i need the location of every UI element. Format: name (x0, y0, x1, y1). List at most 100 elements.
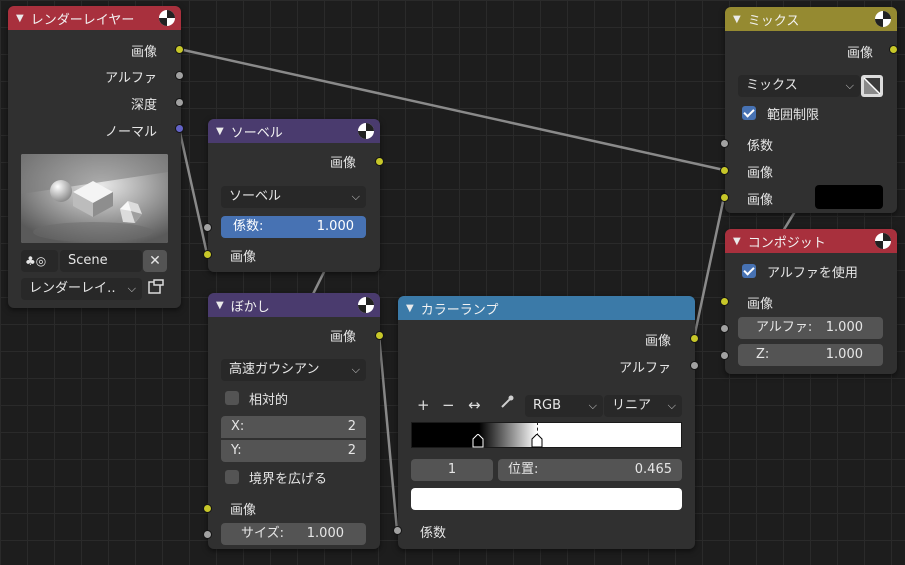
socket-mix-output[interactable] (889, 45, 898, 54)
socket-render-alpha[interactable] (175, 71, 184, 80)
socket-sobel-factor[interactable] (203, 223, 212, 232)
color-ramp-header[interactable]: ▼ カラーランプ (398, 296, 695, 320)
composite-header[interactable]: ▼ コンポジット (725, 229, 897, 253)
color-ramp-node[interactable]: ▼ カラーランプ 画像 アルファ + − ↔ RGB ⌵ リニア ⌵ 1 位置:… (398, 296, 695, 549)
mix-header[interactable]: ▼ ミックス (725, 7, 897, 31)
composite-node[interactable]: ▼ コンポジット アルファを使用 画像 アルファ: 1.000 Z: 1.000 (725, 229, 897, 374)
clamp-checkbox[interactable] (742, 106, 756, 120)
mix-color2-swatch[interactable] (815, 185, 883, 209)
output-depth-label: 深度 (130, 98, 157, 113)
use-alpha-checkbox[interactable] (742, 264, 756, 278)
blur-node[interactable]: ▼ ぼかし 画像 高速ガウシアン ⌵ 相対的 X: 2 Y: 2 境界を広げる … (208, 293, 380, 549)
scene-name-field[interactable]: Scene (60, 250, 142, 272)
stop-color-swatch[interactable] (411, 488, 682, 510)
socket-composite-image[interactable] (720, 297, 729, 306)
render-layer-icon[interactable] (147, 278, 165, 302)
socket-blur-output[interactable] (375, 331, 384, 340)
render-layers-title: レンダーレイヤー (30, 12, 135, 28)
blend-mode-select[interactable]: ミックス ⌵ (738, 75, 860, 97)
eyedropper-icon[interactable] (499, 394, 515, 416)
socket-composite-z[interactable] (720, 351, 729, 360)
render-layers-header[interactable]: ▼ レンダーレイヤー (8, 6, 181, 30)
socket-mix-image2[interactable] (720, 193, 729, 202)
socket-ramp-image[interactable] (690, 334, 699, 343)
socket-render-normal[interactable] (175, 124, 184, 133)
mix-image2-label: 画像 (747, 193, 774, 208)
socket-blur-size[interactable] (203, 530, 212, 539)
collapse-arrow-icon[interactable]: ▼ (216, 300, 224, 311)
sobel-node[interactable]: ▼ ソーベル 画像 ソーベル ⌵ 係数: 1.000 画像 (208, 119, 380, 272)
relative-label: 相対的 (249, 393, 289, 408)
collapse-arrow-icon[interactable]: ▼ (733, 14, 741, 25)
preview-toggle-icon[interactable] (875, 11, 891, 27)
flip-ramp-button[interactable]: ↔ (468, 394, 481, 416)
blur-size-field[interactable]: サイズ: 1.000 (221, 523, 366, 545)
extend-bounds-checkbox[interactable] (225, 470, 239, 484)
blur-y-field[interactable]: Y: 2 (221, 440, 366, 462)
stop-position-field[interactable]: 位置: 0.465 (498, 459, 682, 481)
z-value: 1.000 (825, 347, 863, 362)
socket-render-image[interactable] (175, 45, 184, 54)
preview-toggle-icon[interactable] (358, 297, 374, 313)
alpha-value: 1.000 (825, 320, 863, 335)
factor-value: 1.000 (316, 219, 354, 234)
preview-toggle-icon[interactable] (159, 10, 175, 26)
socket-blur-input[interactable] (203, 504, 212, 513)
color-stop-black[interactable] (472, 433, 484, 448)
composite-alpha-field[interactable]: アルファ: 1.000 (738, 317, 883, 339)
use-alpha-label: アルファを使用 (767, 266, 858, 281)
blur-filter-select[interactable]: 高速ガウシアン ⌵ (221, 359, 366, 381)
composite-z-field[interactable]: Z: 1.000 (738, 344, 883, 366)
socket-mix-image1[interactable] (720, 166, 729, 175)
mix-node[interactable]: ▼ ミックス 画像 ミックス ⌵ 範囲制限 係数 画像 画像 (725, 7, 897, 213)
ramp-output-alpha-label: アルファ (619, 361, 671, 376)
color-stop-white[interactable] (531, 433, 543, 448)
composite-image-label: 画像 (747, 297, 774, 312)
render-layers-node[interactable]: ▼ レンダーレイヤー 画像 アルファ 深度 ノーマル ♣◎ Scene ✕ レン… (8, 6, 181, 308)
close-icon: ✕ (149, 253, 161, 269)
collapse-arrow-icon[interactable]: ▼ (216, 126, 224, 137)
chevron-down-icon: ⌵ (667, 399, 676, 412)
add-stop-button[interactable]: + (417, 394, 430, 416)
active-stop-index[interactable]: 1 (411, 459, 493, 481)
scene-icon-button[interactable]: ♣◎ (21, 250, 58, 272)
sobel-factor-slider[interactable]: 係数: 1.000 (221, 216, 366, 238)
extend-bounds-label: 境界を広げる (249, 472, 328, 487)
layer-name: レンダーレイ‥ (29, 281, 116, 296)
socket-composite-alpha[interactable] (720, 324, 729, 333)
preview-toggle-icon[interactable] (875, 233, 891, 249)
socket-sobel-output[interactable] (375, 157, 384, 166)
preview-toggle-icon[interactable] (358, 123, 374, 139)
socket-render-depth[interactable] (175, 98, 184, 107)
relative-checkbox[interactable] (225, 391, 239, 405)
socket-ramp-alpha[interactable] (690, 361, 699, 370)
collapse-arrow-icon[interactable]: ▼ (16, 13, 24, 24)
ramp-output-image-label: 画像 (644, 334, 671, 349)
collapse-arrow-icon[interactable]: ▼ (406, 303, 414, 314)
layer-select[interactable]: レンダーレイ‥ ⌵ (21, 278, 142, 300)
use-alpha-toggle-icon[interactable] (861, 75, 883, 97)
socket-mix-factor[interactable] (720, 139, 729, 148)
unlink-scene-button[interactable]: ✕ (143, 250, 167, 272)
blur-x-field[interactable]: X: 2 (221, 416, 366, 438)
link-render-normal-to-sobel (177, 126, 209, 256)
render-preview-image (21, 154, 168, 243)
output-alpha-label: アルファ (105, 71, 157, 86)
sobel-filter-select[interactable]: ソーベル ⌵ (221, 186, 366, 208)
socket-ramp-factor[interactable] (393, 526, 402, 535)
size-label: サイズ: (241, 526, 284, 541)
blur-header[interactable]: ▼ ぼかし (208, 293, 380, 317)
sobel-title: ソーベル (230, 125, 283, 141)
blur-input-label: 画像 (230, 503, 257, 518)
remove-stop-button[interactable]: − (442, 394, 455, 416)
mix-factor-label: 係数 (747, 139, 774, 154)
sobel-header[interactable]: ▼ ソーベル (208, 119, 380, 143)
color-ramp-gradient[interactable] (411, 422, 682, 448)
interpolation-select[interactable]: リニア ⌵ (604, 395, 682, 417)
link-ramp-to-mix (692, 195, 726, 340)
z-label: Z: (756, 347, 770, 362)
collapse-arrow-icon[interactable]: ▼ (733, 236, 741, 247)
color-mode-select[interactable]: RGB ⌵ (525, 395, 603, 417)
chevron-down-icon: ⌵ (588, 399, 597, 412)
socket-sobel-input[interactable] (203, 250, 212, 259)
